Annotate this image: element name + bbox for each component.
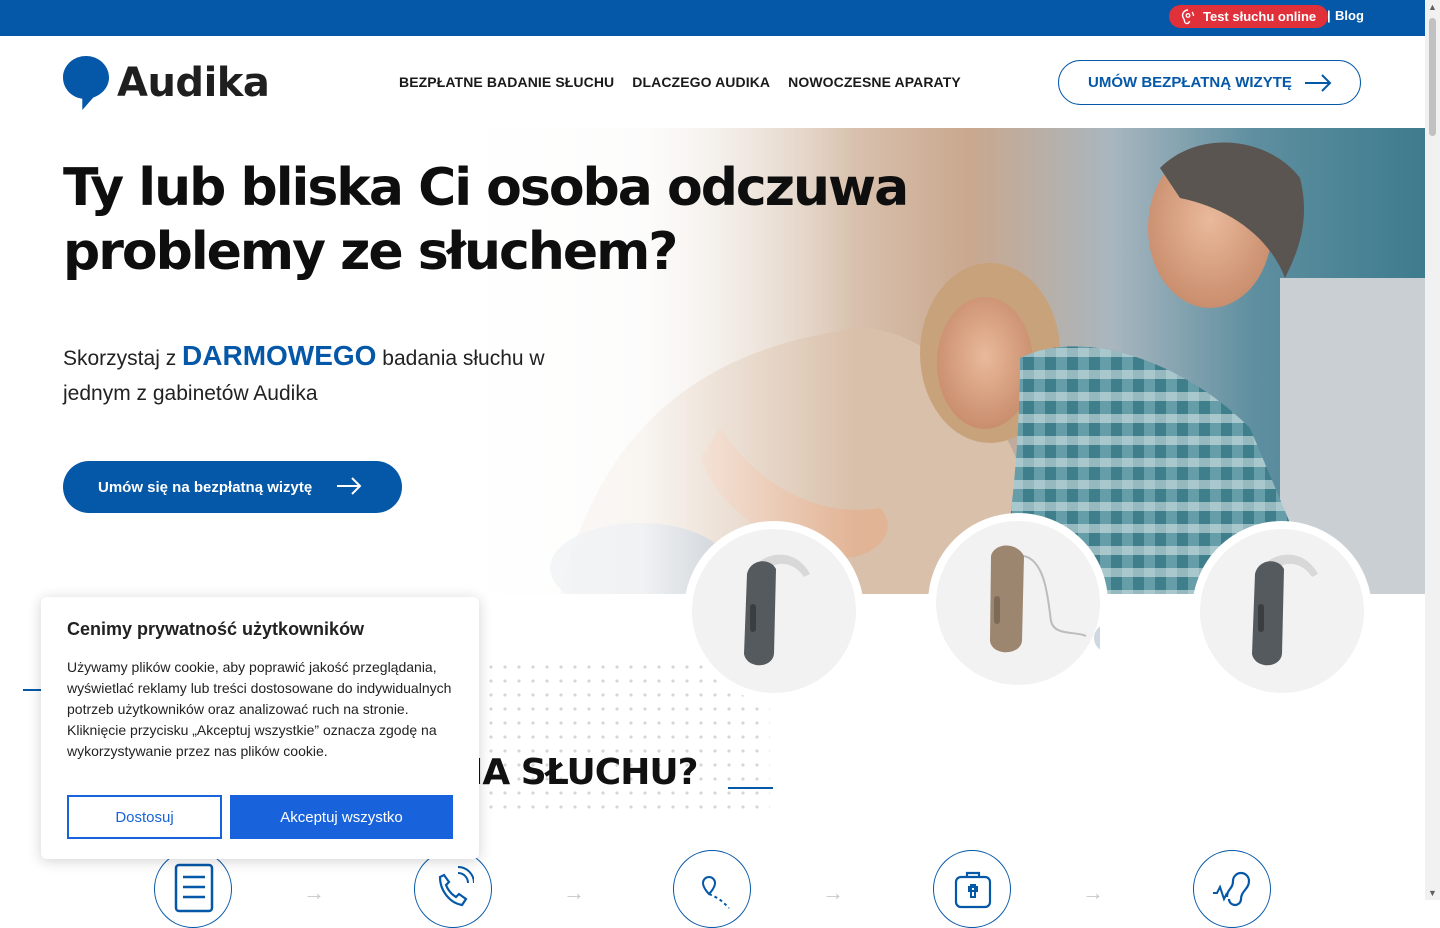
hearing-aid-image [1192,521,1372,701]
arrow-right-icon [1305,74,1332,92]
cookie-accept-all-button[interactable]: Akceptuj wszystko [230,795,453,839]
blog-link[interactable]: Blog [1335,8,1364,23]
hearing-aid-image [684,521,864,701]
step-arrow-icon: → [303,880,325,905]
arrow-right-icon [337,477,362,495]
hero-title: Ty lub bliska Ci osoba odczuwa problemy … [63,156,963,284]
nav-free-hearing-test[interactable]: BEZPŁATNE BADANIE SŁUCHU [399,74,614,90]
cookie-customize-button[interactable]: Dostosuj [67,795,222,839]
form-icon [174,863,214,913]
hearing-aid-image [928,513,1122,693]
cookie-buttons: Dostosuj Akceptuj wszystko [67,795,453,839]
scrollbar-thumb[interactable] [1429,18,1436,136]
scroll-down-icon[interactable]: ▼ [1428,888,1437,898]
hero-text-before: Skorzystaj z [63,347,183,370]
step-ear [1193,850,1271,928]
hearing-test-button[interactable]: Test słuchu online [1169,5,1329,28]
book-visit-button[interactable]: UMÓW BEZPŁATNĄ WIZYTĘ [1058,60,1361,105]
scroll-up-icon[interactable]: ▲ [1428,2,1437,12]
cookie-consent-dialog: Cenimy prywatność użytkowników Używamy p… [41,597,479,859]
site-header: Audika BEZPŁATNE BADANIE SŁUCHU DLACZEGO… [0,36,1425,128]
phone-call-icon [438,866,474,907]
decorative-line [728,787,773,789]
hearing-test-label: Test słuchu online [1203,9,1317,24]
map-route-icon [701,876,730,909]
decorative-line [23,689,43,691]
hero-section: Ty lub bliska Ci osoba odczuwa problemy … [0,128,1425,594]
hero-title-line2: problemy ze słuchem? [63,222,678,282]
top-bar: Test słuchu online | Blog [0,0,1425,36]
step-route [673,850,751,928]
hero-book-visit-label: Umów się na bezpłatną wizytę [98,478,313,496]
book-visit-label: UMÓW BEZPŁATNĄ WIZYTĘ [1088,74,1292,91]
hero-book-visit-button[interactable]: Umów się na bezpłatną wizytę [63,461,402,513]
scrollbar[interactable]: ▲ ▼ [1425,0,1440,900]
step-call [414,850,492,928]
step-arrow-icon: → [822,880,844,905]
ear-icon [1213,871,1251,907]
nav-why-audika[interactable]: DLACZEGO AUDIKA [632,74,770,90]
cookie-title: Cenimy prywatność użytkowników [67,619,365,639]
separator: | [1327,8,1331,23]
step-arrow-icon: → [1082,880,1104,905]
step-arrow-icon: → [563,880,585,905]
hearing-test-icon [1181,9,1195,25]
speech-bubble-logo-icon [63,56,109,110]
audika-logo[interactable]: Audika [63,56,270,110]
step-form [154,850,232,928]
step-medical [933,850,1011,928]
medical-kit-icon [954,871,992,909]
logo-text: Audika [117,60,270,106]
hero-highlight: DARMOWEGO [182,340,377,371]
main-nav: BEZPŁATNE BADANIE SŁUCHU DLACZEGO AUDIKA… [399,74,961,90]
hero-subtitle: Skorzystaj z DARMOWEGO badania słuchu w … [63,338,583,411]
nav-modern-aids[interactable]: NOWOCZESNE APARATY [788,74,961,90]
section-title: IA SŁUCHU? [470,752,698,793]
hero-title-line1: Ty lub bliska Ci osoba odczuwa [63,158,909,218]
cookie-text: Używamy plików cookie, aby poprawić jako… [67,659,452,759]
